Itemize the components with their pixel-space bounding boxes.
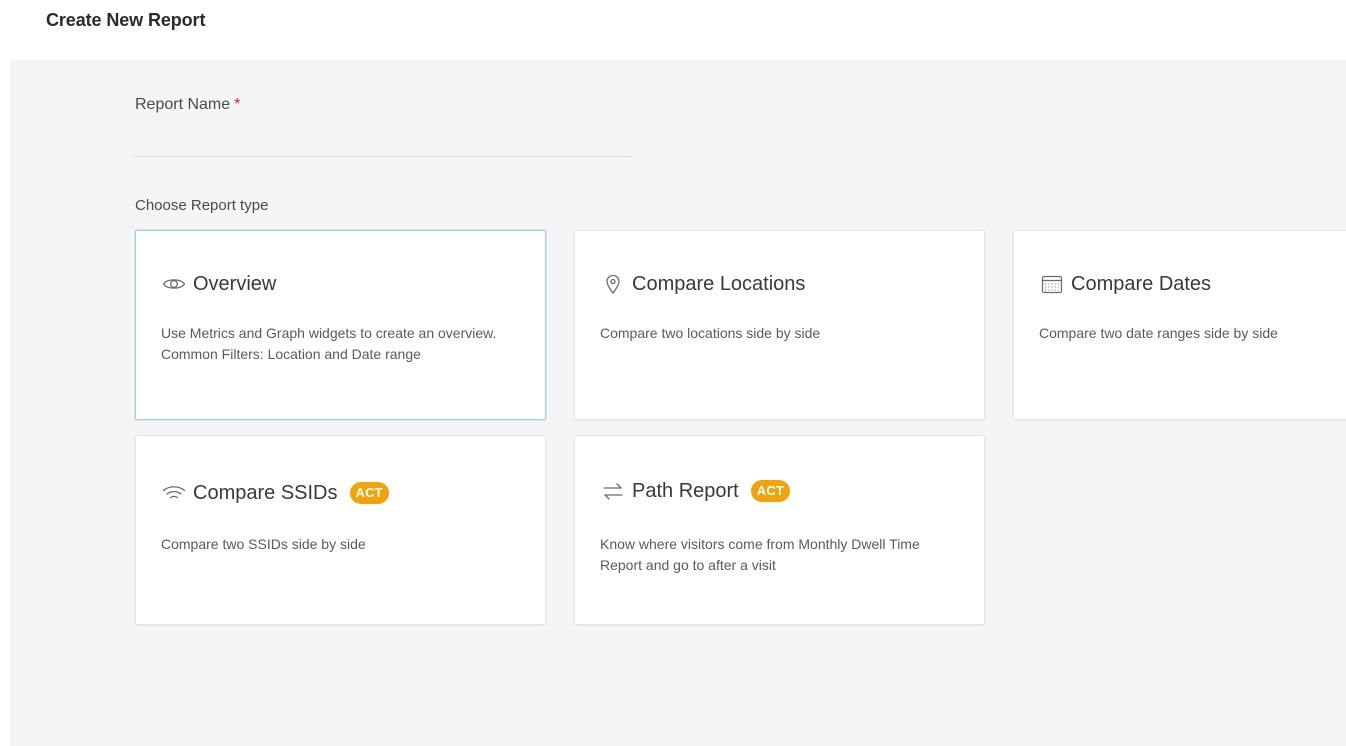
swap-arrows-icon xyxy=(600,480,626,502)
act-badge: ACT xyxy=(750,480,791,502)
create-report-page: Create New Report Report Name * Choose Re… xyxy=(0,0,1346,746)
report-form-panel: Report Name * Choose Report type Overview… xyxy=(10,60,1346,746)
report-type-card-compare-locations[interactable]: Compare Locations Compare two locations … xyxy=(574,230,985,420)
report-type-card-overview[interactable]: Overview Use Metrics and Graph widgets t… xyxy=(135,230,546,420)
report-type-card-path-report[interactable]: Path Report ACT Know where visitors come… xyxy=(574,435,985,625)
wifi-icon xyxy=(161,482,187,504)
card-header: Path Report ACT xyxy=(600,478,791,504)
card-description: Compare two SSIDs side by side xyxy=(161,536,366,552)
report-name-label-text: Report Name xyxy=(135,96,231,113)
card-header: Compare Dates xyxy=(1039,271,1211,297)
report-type-card-compare-dates[interactable]: Compare Dates Compare two date ranges si… xyxy=(1013,230,1346,420)
act-badge: ACT xyxy=(349,482,389,504)
report-name-input[interactable] xyxy=(135,126,631,157)
card-header: Compare SSIDs ACT xyxy=(161,480,389,506)
calendar-icon xyxy=(1039,273,1065,295)
card-title: Compare Locations xyxy=(632,272,806,295)
card-description: Know where visitors come from Monthly Dw… xyxy=(600,536,920,573)
card-description: Compare two date ranges side by side xyxy=(1039,325,1278,341)
card-description: Use Metrics and Graph widgets to create … xyxy=(161,325,497,362)
required-mark: * xyxy=(234,96,241,113)
card-title: Path Report xyxy=(632,479,739,502)
card-title: Compare Dates xyxy=(1071,272,1212,295)
report-type-label: Choose Report type xyxy=(135,197,269,214)
card-header: Overview xyxy=(161,271,276,297)
report-name-label: Report Name * xyxy=(135,96,240,114)
card-title: Compare SSIDs xyxy=(193,481,338,504)
page-title: Create New Report xyxy=(46,10,206,30)
card-header: Compare Locations xyxy=(600,271,805,297)
location-pin-icon xyxy=(600,273,626,295)
report-type-card-compare-ssids[interactable]: Compare SSIDs ACT Compare two SSIDs side… xyxy=(135,435,546,625)
card-title: Overview xyxy=(193,272,277,295)
eye-icon xyxy=(161,273,187,295)
card-description: Compare two locations side by side xyxy=(600,325,821,341)
